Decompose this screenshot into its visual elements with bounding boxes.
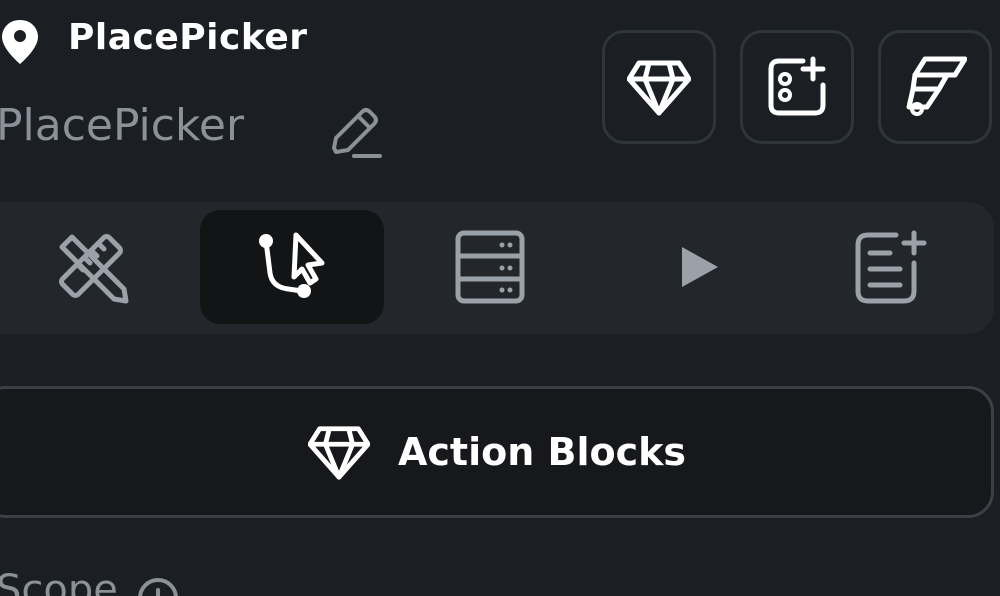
diamond-icon — [627, 60, 691, 116]
database-icon — [455, 230, 525, 304]
tab-run[interactable] — [604, 210, 788, 324]
ruler-pencil-icon — [59, 234, 129, 304]
project-name[interactable]: PlacePicker — [0, 96, 244, 156]
pencil-icon[interactable] — [326, 104, 384, 162]
app-title: PlacePicker — [68, 17, 308, 58]
flow-cursor-icon — [259, 232, 325, 298]
info-icon[interactable] — [136, 576, 180, 596]
action-blocks-label: Action Blocks — [397, 430, 687, 474]
tab-data[interactable] — [398, 210, 582, 324]
action-blocks-diamond-button[interactable] — [602, 30, 716, 144]
add-note-icon — [855, 230, 927, 304]
play-icon — [682, 247, 718, 287]
flutterflow-logo-icon — [906, 56, 967, 116]
action-blocks-button[interactable]: Action Blocks — [0, 386, 994, 518]
add-widget-button[interactable] — [740, 30, 854, 144]
tab-actions[interactable] — [200, 210, 384, 324]
tab-design[interactable] — [0, 210, 184, 324]
section-heading: Scope — [0, 567, 118, 596]
add-component-icon — [768, 56, 826, 116]
diamond-icon — [307, 426, 370, 480]
tab-notes[interactable] — [800, 210, 984, 324]
map-pin-icon — [2, 20, 38, 64]
flutterflow-button[interactable] — [878, 30, 992, 144]
